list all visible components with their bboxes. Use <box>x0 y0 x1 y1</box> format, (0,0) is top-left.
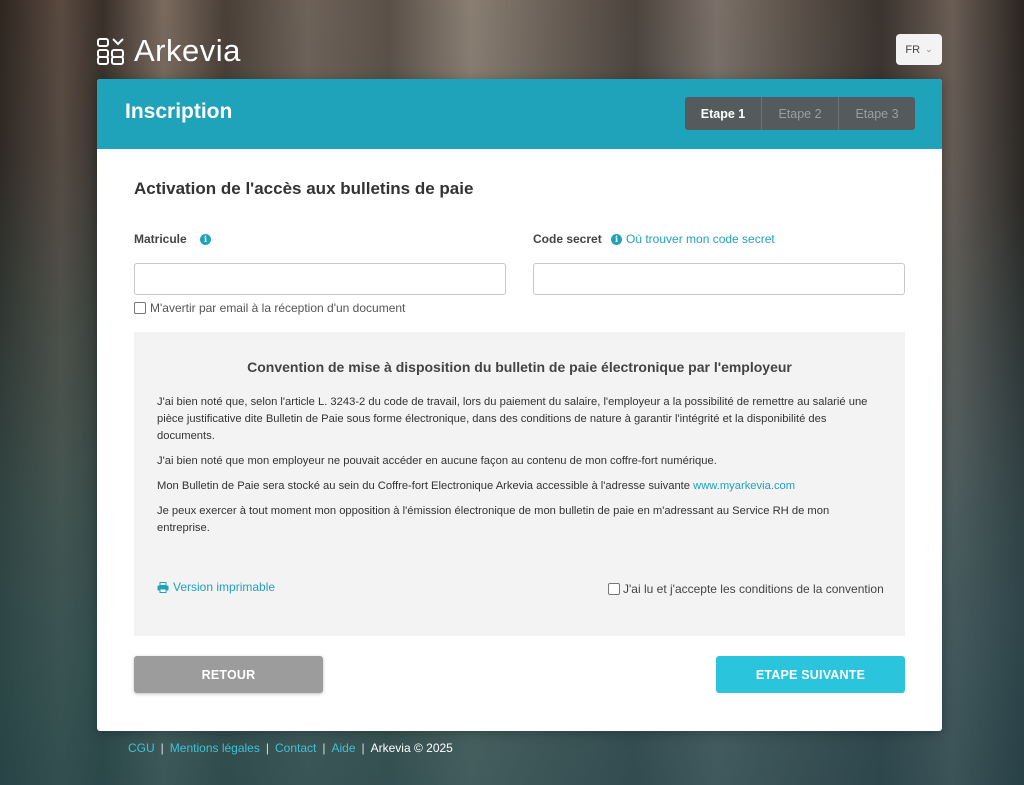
footer-separator: | <box>265 741 269 755</box>
convention-paragraph: Je peux exercer à tout moment mon opposi… <box>157 505 830 534</box>
code-secret-input[interactable] <box>533 263 905 295</box>
printable-version-label: Version imprimable <box>173 580 276 594</box>
info-icon: i <box>611 233 622 245</box>
arkevia-logo-icon <box>97 38 124 65</box>
convention-paragraph: Mon Bulletin de Paie sera stocké au sein… <box>157 478 882 495</box>
footer-link-mentions[interactable]: Mentions légales <box>170 741 260 755</box>
accept-conditions-label: J'ai lu et j'accepte les conditions de l… <box>623 582 884 596</box>
brand-name: Arkevia <box>134 33 241 68</box>
accept-conditions-option[interactable]: J'ai lu et j'accepte les conditions de l… <box>608 582 884 596</box>
footer-link-contact[interactable]: Contact <box>275 741 316 755</box>
info-icon[interactable]: i <box>200 234 212 246</box>
code-secret-help-text: Où trouver mon code secret <box>626 232 775 246</box>
section-title: Activation de l'accès aux bulletins de p… <box>134 179 474 198</box>
card-header: Inscription Etape 1 Etape 2 Etape 3 <box>97 79 942 149</box>
notify-email-option[interactable]: M'avertir par email à la réception d'un … <box>134 301 405 315</box>
convention-paragraph: J'ai bien noté que, selon l'article L. 3… <box>157 396 868 442</box>
convention-paragraph: J'ai bien noté que mon employeur ne pouv… <box>157 455 717 467</box>
footer-separator: | <box>160 741 164 755</box>
printer-icon <box>157 581 169 593</box>
convention-title: Convention de mise à disposition du bull… <box>247 359 792 375</box>
step-2: Etape 2 <box>761 97 838 130</box>
step-1: Etape 1 <box>700 106 746 121</box>
convention-paragraph-text: Mon Bulletin de Paie sera stocké au sein… <box>157 480 691 492</box>
footer-link-cgu[interactable]: CGU <box>128 741 155 755</box>
notify-email-checkbox[interactable] <box>134 302 146 314</box>
matricule-label: Matricule i <box>134 232 212 246</box>
matricule-label-text: Matricule <box>134 232 187 246</box>
footer-separator: | <box>322 741 326 755</box>
footer-separator: | <box>361 741 365 755</box>
matricule-input[interactable] <box>134 263 506 295</box>
footer: CGU | Mentions légales | Contact | Aide … <box>128 741 453 755</box>
convention-panel: Convention de mise à disposition du bull… <box>134 332 905 636</box>
footer-link-aide[interactable]: Aide <box>331 741 355 755</box>
language-select[interactable]: FR ⌄ <box>896 34 942 65</box>
accept-conditions-checkbox[interactable] <box>608 583 620 595</box>
step-3: Etape 3 <box>838 97 915 130</box>
code-secret-help-link[interactable]: i Où trouver mon code secret <box>611 232 775 246</box>
next-step-button[interactable]: ETAPE SUIVANTE <box>716 656 905 693</box>
chevron-down-icon: ⌄ <box>925 44 933 54</box>
registration-card: Inscription Etape 1 Etape 2 Etape 3 Acti… <box>97 79 942 731</box>
code-secret-label: Code secret <box>533 232 602 246</box>
back-button[interactable]: RETOUR <box>134 656 323 693</box>
page-title: Inscription <box>125 100 233 123</box>
language-value: FR <box>905 43 921 56</box>
convention-text: J'ai bien noté que, selon l'article L. 3… <box>157 394 882 545</box>
printable-version-link[interactable]: Version imprimable <box>157 580 275 594</box>
brand-logo[interactable]: Arkevia <box>96 32 241 70</box>
notify-email-label: M'avertir par email à la réception d'un … <box>150 301 406 315</box>
myarkevia-link[interactable]: www.myarkevia.com <box>693 480 795 492</box>
copyright: Arkevia © 2025 <box>370 741 453 755</box>
step-indicator: Etape 1 Etape 2 Etape 3 <box>685 97 915 130</box>
